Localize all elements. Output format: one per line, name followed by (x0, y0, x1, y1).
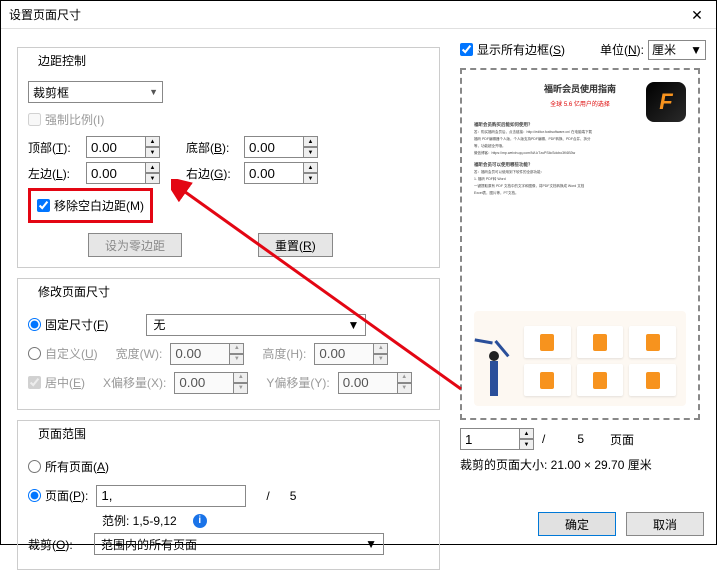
thumb-icon (524, 364, 571, 396)
unit-select[interactable]: 厘米 ▼ (648, 40, 706, 60)
force-ratio-checkbox: 强制比例(I) (28, 111, 104, 128)
height-label: 高度(H): (262, 345, 306, 362)
bottom-label: 底部(B): (186, 139, 236, 156)
custom-size-radio[interactable]: 自定义(U) (28, 345, 98, 362)
pages-input[interactable] (96, 485, 246, 507)
crop-label: 裁剪(O): (28, 536, 86, 553)
foxit-logo-icon: F (646, 82, 686, 122)
chevron-down-icon: ▼ (690, 43, 702, 57)
preview-unit: 页面 (610, 431, 634, 448)
left-label: 左边(L): (28, 165, 78, 182)
chevron-down-icon: ▼ (149, 87, 158, 97)
chevron-down-icon: ▼ (365, 537, 377, 551)
preview-page-spinner[interactable]: ▲▼ (460, 428, 534, 450)
fixed-size-radio[interactable]: 固定尺寸(F) (28, 316, 108, 333)
page-preview: F 福昕会员使用指南 全球 5.6 亿用户的选择 福昕会员购买后能如何使用？ 答… (460, 68, 700, 420)
chevron-down-icon: ▼ (347, 318, 359, 332)
spin-up-icon: ▲ (146, 136, 160, 147)
modify-size-title: 修改页面尺寸 (34, 285, 114, 299)
person-illustration-icon (484, 321, 514, 396)
fixed-size-select[interactable]: 无 ▼ (146, 314, 366, 336)
yoffset-spinner: ▲▼ (338, 372, 412, 394)
page-range-title: 页面范围 (34, 427, 90, 441)
center-checkbox: 居中(E) (28, 374, 85, 391)
crop-frame-select[interactable]: 裁剪框 ▼ (28, 81, 163, 103)
thumb-icon (577, 364, 624, 396)
thumb-icon (629, 364, 676, 396)
left-spinner[interactable]: ▲▼ (86, 162, 160, 184)
total-pages: 5 (290, 489, 297, 503)
top-label: 顶部(T): (28, 139, 78, 156)
range-example: 范例: 1,5-9,12 (102, 512, 177, 529)
xoffset-spinner: ▲▼ (174, 372, 248, 394)
info-icon: i (193, 514, 207, 528)
remove-whitespace-highlight: 移除空白边距(M) (28, 188, 153, 223)
width-spinner: ▲▼ (170, 343, 244, 365)
ok-button[interactable]: 确定 (538, 512, 616, 536)
unit-label: 单位(N): (600, 41, 644, 58)
spin-down-icon: ▼ (146, 147, 160, 158)
crop-select[interactable]: 范围内的所有页面 ▼ (94, 533, 384, 555)
preview-thumbnails (474, 311, 686, 406)
page-range-group: 页面范围 所有页面(A) 页面(P): / 5 范例: 1,5-9,12 i (17, 420, 440, 570)
modify-size-group: 修改页面尺寸 固定尺寸(F) 无 ▼ 自定义(U) 宽度(W): (17, 278, 440, 410)
thumb-icon (524, 326, 571, 358)
reset-button[interactable]: 重置(R) (258, 233, 333, 257)
pages-radio[interactable]: 页面(P): (28, 487, 88, 504)
dialog-title: 设置页面尺寸 (9, 1, 81, 29)
all-pages-radio[interactable]: 所有页面(A) (28, 458, 109, 475)
preview-nav: ▲▼ / 5 页面 (460, 428, 706, 450)
show-all-borders-checkbox[interactable]: 显示所有边框(S) (460, 41, 565, 58)
width-label: 宽度(W): (116, 345, 163, 362)
margin-control-title: 边距控制 (34, 54, 90, 68)
crop-size-status: 裁剪的页面大小: 21.00 × 29.70 厘米 (460, 456, 706, 473)
right-spinner[interactable]: ▲▼ (244, 162, 318, 184)
zero-margin-button: 设为零边距 (88, 233, 182, 257)
right-label: 右边(G): (186, 165, 236, 182)
cancel-button[interactable]: 取消 (626, 512, 704, 536)
remove-whitespace-checkbox[interactable]: 移除空白边距(M) (37, 197, 144, 214)
preview-total: 5 (577, 432, 584, 446)
height-spinner: ▲▼ (314, 343, 388, 365)
top-spinner[interactable]: ▲▼ (86, 136, 160, 158)
thumb-icon (629, 326, 676, 358)
bottom-spinner[interactable]: ▲▼ (244, 136, 318, 158)
close-button[interactable]: ✕ (678, 1, 716, 29)
xoffset-label: X偏移量(X): (103, 374, 166, 391)
yoffset-label: Y偏移量(Y): (266, 374, 329, 391)
thumb-icon (577, 326, 624, 358)
margin-control-group: 边距控制 裁剪框 ▼ 强制比例(I) 顶部(T): ▲▼ 底部(B): (17, 47, 440, 268)
